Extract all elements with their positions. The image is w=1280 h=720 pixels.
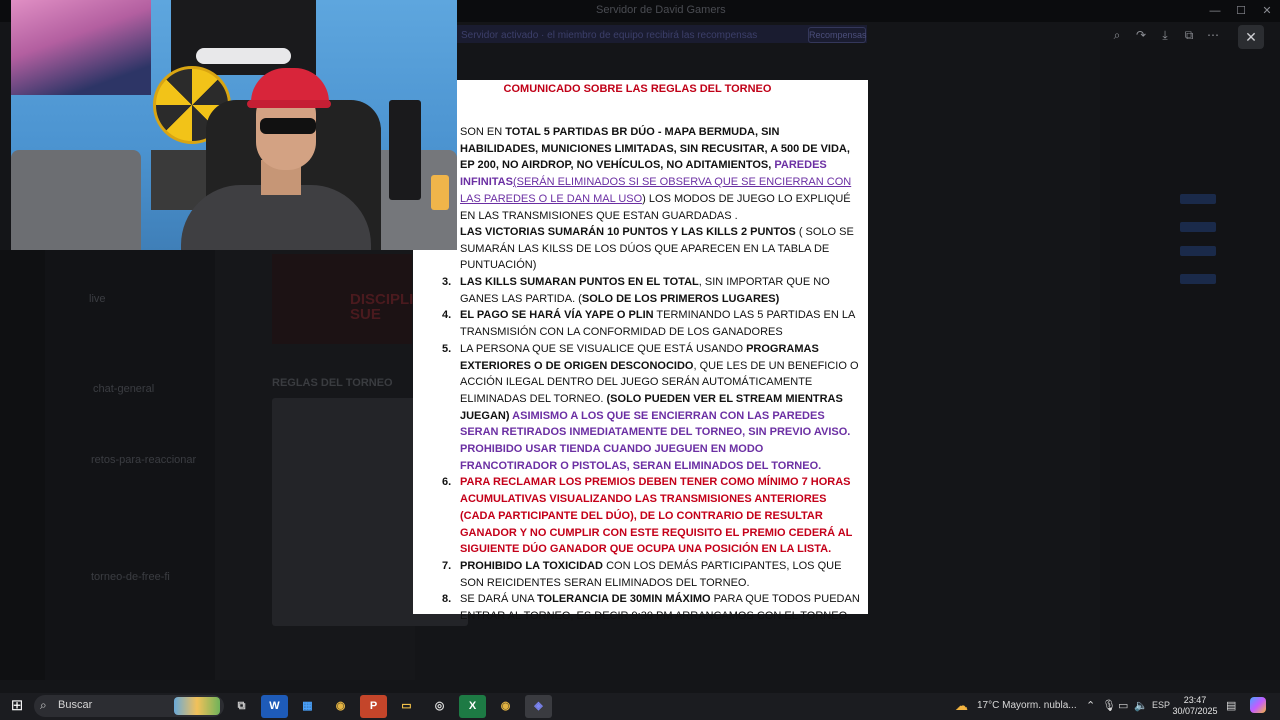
chevron-up-icon[interactable]: ⌃ — [1086, 699, 1095, 712]
network-icon[interactable]: ▭ — [1118, 699, 1128, 712]
channel-item[interactable]: retos-para-reaccionar — [91, 454, 196, 466]
obs-icon[interactable]: ◎ — [426, 695, 453, 718]
download-icon[interactable]: ⤓ — [1156, 26, 1174, 44]
windows-start-icon[interactable]: ⊞ — [6, 695, 28, 717]
boost-banner: Servidor activado · el miembro de equipo… — [457, 25, 867, 43]
channel-item[interactable]: torneo-de-free-fi — [91, 571, 170, 583]
close-viewer-button[interactable]: ✕ — [1238, 25, 1264, 49]
powerpoint-icon[interactable]: P — [360, 695, 387, 718]
banner-button[interactable]: Recompensas — [808, 27, 867, 43]
search-highlight-image — [174, 697, 220, 715]
weather-icon[interactable]: ☁ — [955, 698, 968, 714]
rule-item: 7. PROHIBIDO LA TOXICIDAD CON LOS DEMÁS P… — [442, 559, 842, 589]
search-placeholder: Buscar — [58, 699, 93, 711]
notification-icon[interactable]: ▤ — [1226, 699, 1236, 712]
clock[interactable]: 23:47 30/07/2025 — [1172, 695, 1218, 717]
maximize-icon[interactable]: ☐ — [1228, 0, 1254, 22]
server-rail — [0, 250, 45, 680]
word-icon[interactable]: W — [261, 695, 288, 718]
viewer-toolbar: ⌕ ↷ ⤓ ⧉ ⋯ — [1108, 26, 1222, 44]
copilot-icon[interactable] — [1250, 697, 1266, 713]
rule-item: 4. EL PAGO SE HARÁ VÍA YAPE O PLIN TERMIN… — [442, 309, 855, 339]
webcam-overlay — [11, 0, 457, 250]
clock-time: 23:47 — [1183, 695, 1207, 705]
file-explorer-icon[interactable]: ▭ — [393, 695, 420, 718]
channel-list: live chat-general retos-para-reaccionar … — [45, 250, 215, 680]
rule-item: 8. SE DARÁ UNA TOLERANCIA DE 30MIN MÁXIMO… — [442, 593, 860, 623]
member-list — [1100, 40, 1280, 680]
weather-text[interactable]: 17°C Mayorm. nubla... — [977, 700, 1077, 711]
store-icon[interactable]: ▦ — [294, 695, 321, 718]
clock-date: 30/07/2025 — [1172, 706, 1218, 716]
forward-icon[interactable]: ↷ — [1132, 26, 1150, 44]
language-indicator[interactable]: ESP — [1152, 700, 1170, 710]
poster-image: DISCIPLINA SUE — [272, 254, 434, 344]
minimize-icon[interactable]: — — [1202, 0, 1228, 22]
zoom-icon[interactable]: ⌕ — [1108, 26, 1126, 44]
rule-item: 5. LA PERSONA QUE SE VISUALICE QUE ESTÁ U… — [442, 342, 859, 472]
microphone-icon[interactable]: 🎙 — [1102, 699, 1116, 712]
open-external-icon[interactable]: ⧉ — [1180, 26, 1198, 44]
volume-icon[interactable]: 🔈 — [1134, 699, 1148, 712]
document-title: COMUNICADO SOBRE LAS REGLAS DEL TORNEO — [503, 83, 772, 95]
excel-icon[interactable]: X — [459, 695, 486, 718]
taskbar: ⊞ ⌕ Buscar ⧉ W ▦ ◉ P ▭ ◎ X ◉ ◈ ☁ 17°C Ma… — [0, 693, 1280, 720]
search-box[interactable]: ⌕ Buscar — [34, 695, 224, 717]
chrome-icon[interactable]: ◉ — [327, 695, 354, 718]
rule-paragraph-2: LAS VICTORIAS SUMARÁN 10 PUNTOS Y LAS KI… — [460, 226, 854, 272]
more-icon[interactable]: ⋯ — [1204, 26, 1222, 44]
section-title: REGLAS DEL TORNEO — [272, 377, 393, 389]
rule-item: 6. PARA RECLAMAR LOS PREMIOS DEBEN TENER … — [442, 476, 853, 556]
channel-item[interactable]: chat-general — [93, 383, 154, 395]
discord-icon[interactable]: ◈ — [525, 695, 552, 718]
rules-list: 3. LAS KILLS SUMARAN PUNTOS EN EL TOTAL, … — [440, 274, 860, 625]
rule-paragraph-1: SON EN TOTAL 5 PARTIDAS BR DÚO - MAPA BE… — [460, 126, 852, 222]
window-title: Servidor de David Gamers — [596, 4, 726, 16]
chrome-profile-icon[interactable]: ◉ — [492, 695, 519, 718]
search-icon: ⌕ — [40, 698, 47, 712]
task-view-icon[interactable]: ⧉ — [228, 695, 255, 718]
rule-item: 3. LAS KILLS SUMARAN PUNTOS EN EL TOTAL, … — [442, 276, 830, 305]
channel-item[interactable]: live — [89, 293, 106, 305]
close-window-icon[interactable]: ✕ — [1254, 0, 1280, 22]
